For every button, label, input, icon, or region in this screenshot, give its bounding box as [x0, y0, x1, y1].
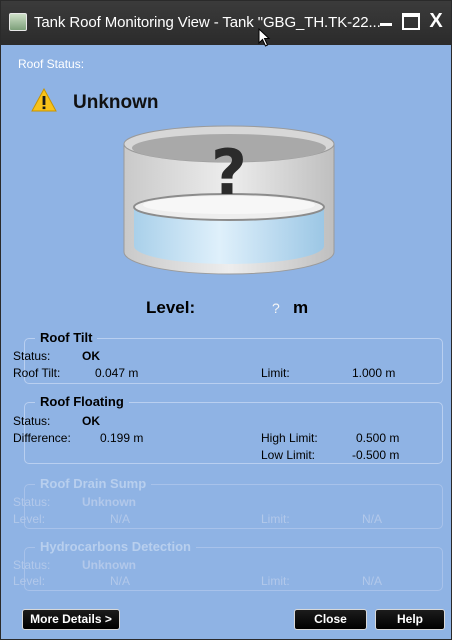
roof-tilt-status-value: OK	[82, 349, 100, 363]
app-icon	[9, 13, 27, 31]
hydrocarbons-limit-label: Limit:	[261, 574, 290, 588]
drain-sump-status-label: Status:	[13, 495, 51, 509]
low-limit-value: -0.500 m	[352, 448, 400, 462]
low-limit-label: Low Limit:	[261, 448, 316, 462]
question-mark-icon: ?	[211, 136, 247, 209]
difference-label: Difference:	[13, 431, 71, 445]
drain-sump-level-label: Level:	[13, 512, 46, 526]
roof-floating-group: Roof Floating Status: OK Difference: 0.1…	[13, 394, 443, 464]
hydrocarbons-status-label: Status:	[13, 558, 51, 572]
roof-tilt-title: Roof Tilt	[35, 330, 98, 345]
title-bar[interactable]: Tank Roof Monitoring View - Tank "GBG_TH…	[1, 1, 451, 47]
close-button[interactable]: Close	[294, 609, 367, 630]
roof-floating-title: Roof Floating	[35, 394, 129, 409]
drain-sump-limit-label: Limit:	[261, 512, 290, 526]
maximize-button[interactable]	[399, 9, 421, 33]
roof-tilt-group: Roof Tilt Status: OK Roof Tilt: 0.047 m …	[13, 330, 443, 384]
help-button[interactable]: Help	[375, 609, 445, 630]
mouse-cursor-icon	[258, 28, 271, 47]
drain-sump-status-value: Unknown	[82, 495, 136, 509]
tank-roof-monitoring-window: Tank Roof Monitoring View - Tank "GBG_TH…	[0, 0, 452, 640]
roof-floating-status-label: Status:	[13, 414, 51, 428]
warning-icon	[31, 88, 57, 112]
window-title: Tank Roof Monitoring View - Tank "GBG_TH…	[34, 14, 381, 31]
hydrocarbons-level-value: N/A	[110, 574, 131, 588]
hydrocarbons-detection-group: Hydrocarbons Detection Status: Unknown L…	[13, 539, 443, 591]
minimize-button[interactable]	[375, 9, 397, 33]
roof-tilt-label: Roof Tilt:	[13, 366, 61, 380]
roof-status-value: Unknown	[73, 92, 159, 113]
roof-drain-sump-title: Roof Drain Sump	[35, 476, 152, 491]
hydrocarbons-level-label: Level:	[13, 574, 46, 588]
level-value: ?	[272, 300, 280, 316]
drain-sump-level-value: N/A	[110, 512, 131, 526]
roof-tilt-status-label: Status:	[13, 349, 51, 363]
close-window-button[interactable]: X	[425, 9, 447, 33]
roof-tilt-limit-label: Limit:	[261, 366, 290, 380]
level-unit: m	[293, 298, 309, 317]
high-limit-label: High Limit:	[261, 431, 318, 445]
more-details-button[interactable]: More Details >	[22, 609, 120, 630]
roof-tilt-value: 0.047 m	[95, 366, 139, 380]
drain-sump-limit-value: N/A	[362, 512, 383, 526]
level-label: Level:	[146, 298, 196, 317]
roof-tilt-limit-value: 1.000 m	[352, 366, 396, 380]
roof-status-label: Roof Status:	[18, 57, 85, 71]
roof-drain-sump-group: Roof Drain Sump Status: Unknown Level: N…	[13, 476, 443, 529]
hydrocarbons-detection-title: Hydrocarbons Detection	[35, 539, 196, 554]
difference-value: 0.199 m	[100, 431, 144, 445]
roof-floating-status-value: OK	[82, 414, 100, 428]
hydrocarbons-limit-value: N/A	[362, 574, 383, 588]
high-limit-value: 0.500 m	[356, 431, 400, 445]
hydrocarbons-status-value: Unknown	[82, 558, 136, 572]
tank-graphic: ?	[123, 125, 335, 275]
